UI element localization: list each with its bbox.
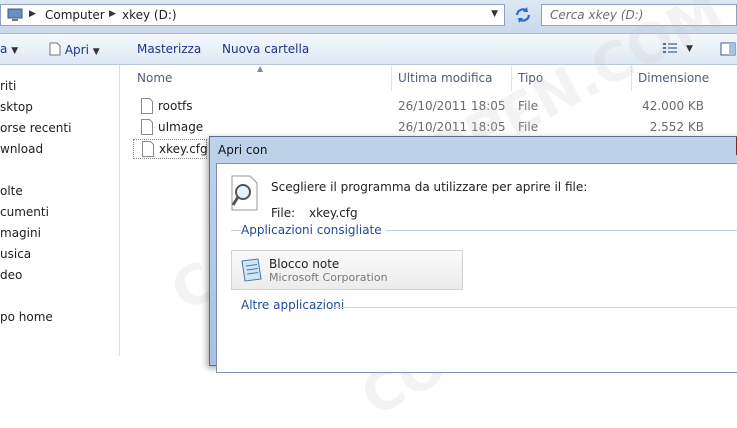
nav-item[interactable]: orse recenti <box>0 121 71 135</box>
column-header-size[interactable]: Dimensione <box>638 71 709 85</box>
nav-item[interactable]: cumenti <box>0 205 49 219</box>
view-options-icon[interactable] <box>662 42 678 57</box>
file-name: uImage <box>158 120 204 134</box>
computer-icon <box>7 8 23 21</box>
file-icon <box>142 141 154 157</box>
dialog-prompt: Scegliere il programma da utilizzare per… <box>271 180 588 194</box>
file-size: 42.000 KB <box>642 99 704 113</box>
nav-item[interactable]: sktop <box>0 100 33 114</box>
file-row-selected[interactable]: xkey.cfg <box>133 139 208 159</box>
search-input[interactable]: Cerca xkey (D:) <box>541 4 737 26</box>
chevron-down-icon[interactable]: ▼ <box>686 44 693 54</box>
navigation-pane: riti sktop orse recenti wnload olte cume… <box>0 65 119 356</box>
program-item-notepad[interactable]: Blocco note Microsoft Corporation <box>231 250 463 290</box>
column-divider[interactable] <box>391 66 392 91</box>
chevron-down-icon: ▼ <box>92 47 100 57</box>
address-bar-strip: ▶ Computer ▶ xkey (D:) ▼ Cerca xkey (D:) <box>0 0 737 34</box>
file-modified: 26/10/2011 18:05 <box>398 99 506 113</box>
breadcrumb-arrow-icon[interactable]: ▶ <box>109 9 116 19</box>
organize-button[interactable]: a ▼ <box>0 42 18 56</box>
nav-item[interactable]: olte <box>0 184 23 198</box>
notepad-icon <box>241 258 262 282</box>
chevron-down-icon: ▼ <box>11 46 19 56</box>
pane-divider[interactable] <box>119 65 120 356</box>
nav-item[interactable]: po home <box>0 310 53 324</box>
file-icon <box>141 119 153 135</box>
breadcrumb-arrow-icon[interactable]: ▶ <box>29 9 36 19</box>
breadcrumb-drive[interactable]: xkey (D:) <box>122 8 177 22</box>
file-label: File: <box>271 206 296 220</box>
column-divider[interactable] <box>511 66 512 91</box>
group-divider <box>332 307 737 308</box>
column-header-name[interactable]: Nome <box>137 71 172 85</box>
breadcrumb-computer[interactable]: Computer <box>45 8 105 22</box>
nav-item[interactable]: deo <box>0 268 22 282</box>
open-with-dialog: Apri con Scegliere il programma da utili… <box>209 136 737 373</box>
burn-button[interactable]: Masterizza <box>137 42 201 56</box>
nav-item[interactable]: wnload <box>0 142 43 156</box>
sort-ascending-icon: ▲ <box>257 64 264 73</box>
file-modified: 26/10/2011 18:05 <box>398 120 506 134</box>
chevron-down-icon[interactable]: ▼ <box>491 9 498 19</box>
file-icon <box>141 98 153 114</box>
command-bar: a ▼ Apri ▼ Masterizza Nuova cartella ▼ <box>0 34 737 65</box>
column-header-type[interactable]: Tipo <box>518 71 543 85</box>
dialog-title: Apri con <box>218 143 268 157</box>
file-row[interactable]: rootfs 26/10/2011 18:05 File 42.000 KB <box>133 97 737 117</box>
address-bar[interactable]: ▶ Computer ▶ xkey (D:) ▼ <box>0 4 505 26</box>
preview-pane-icon[interactable] <box>720 42 736 59</box>
refresh-icon[interactable] <box>511 5 535 25</box>
column-header-modified[interactable]: Ultima modifica <box>398 71 493 85</box>
file-type: File <box>518 99 539 113</box>
nav-item[interactable]: usica <box>0 247 31 261</box>
program-publisher: Microsoft Corporation <box>269 271 388 284</box>
new-folder-button[interactable]: Nuova cartella <box>222 42 309 56</box>
search-placeholder: Cerca xkey (D:) <box>550 8 644 22</box>
file-name: xkey.cfg <box>159 142 208 156</box>
open-button[interactable]: Apri ▼ <box>49 42 100 57</box>
program-name: Blocco note <box>269 257 340 271</box>
column-divider[interactable] <box>631 66 632 91</box>
file-size: 2.552 KB <box>649 120 704 134</box>
other-group-label: Altre applicazioni <box>241 298 349 312</box>
file-type: File <box>518 120 539 134</box>
nav-item[interactable]: riti <box>0 79 16 93</box>
recommended-group-label: Applicazioni consigliate <box>241 223 386 237</box>
file-value: xkey.cfg <box>309 206 358 220</box>
dialog-body: Scegliere il programma da utilizzare per… <box>216 163 737 373</box>
file-row[interactable]: uImage 26/10/2011 18:05 File 2.552 KB <box>133 118 737 138</box>
document-icon <box>49 42 61 56</box>
magnifier-icon <box>231 175 258 211</box>
nav-item[interactable]: magini <box>0 226 41 240</box>
file-name: rootfs <box>158 99 193 113</box>
